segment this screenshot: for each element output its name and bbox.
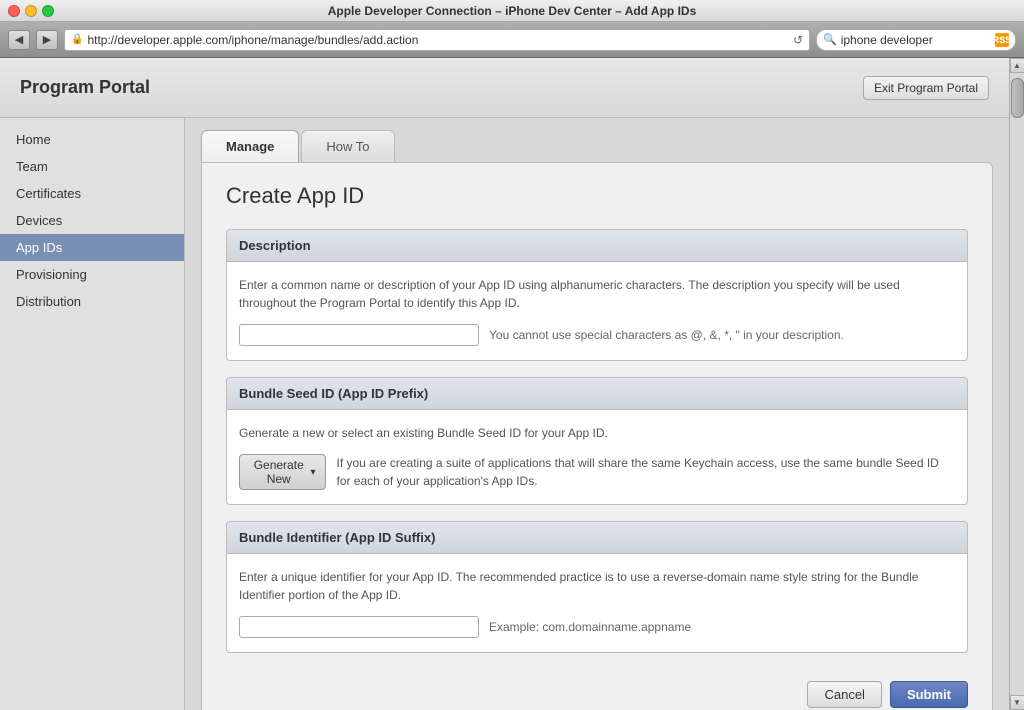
bundle-identifier-header: Bundle Identifier (App ID Suffix) [226, 521, 968, 554]
refresh-button[interactable]: ↺ [793, 33, 803, 47]
bundle-seed-desc: Generate a new or select an existing Bun… [239, 424, 955, 442]
portal-header: Program Portal Exit Program Portal [0, 58, 1009, 118]
window-title: Apple Developer Connection – iPhone Dev … [328, 4, 697, 18]
page-title: Create App ID [226, 183, 968, 209]
description-section-header: Description [226, 229, 968, 262]
bottom-bar: Cancel Submit [226, 669, 968, 710]
bundle-seed-header: Bundle Seed ID (App ID Prefix) [226, 377, 968, 410]
bundle-identifier-body: Enter a unique identifier for your App I… [226, 554, 968, 653]
tab-howto[interactable]: How To [301, 130, 394, 162]
address-text: http://developer.apple.com/iphone/manage… [87, 33, 788, 47]
toolbar: ◀ ▶ 🔒 http://developer.apple.com/iphone/… [0, 22, 1024, 58]
sidebar: Home Team Certificates Devices App IDs P… [0, 118, 185, 710]
forward-button[interactable]: ▶ [36, 30, 58, 50]
search-bar[interactable]: 🔍 iphone developer RSS [816, 29, 1016, 51]
scroll-up-button[interactable]: ▲ [1010, 58, 1024, 73]
sidebar-item-team[interactable]: Team [0, 153, 184, 180]
minimize-button[interactable] [25, 5, 37, 17]
submit-button[interactable]: Submit [890, 681, 968, 708]
sidebar-item-certificates[interactable]: Certificates [0, 180, 184, 207]
sidebar-item-distribution[interactable]: Distribution [0, 288, 184, 315]
bundle-seed-section: Bundle Seed ID (App ID Prefix) Generate … [226, 377, 968, 505]
sidebar-item-home[interactable]: Home [0, 126, 184, 153]
sidebar-item-devices[interactable]: Devices [0, 207, 184, 234]
browser-body: Program Portal Exit Program Portal Home … [0, 58, 1024, 710]
bundle-identifier-input[interactable] [239, 616, 479, 638]
scrollbar[interactable]: ▲ ▼ [1009, 58, 1024, 710]
portal-title: Program Portal [20, 77, 150, 98]
content-box: Create App ID Description Enter a common… [201, 162, 993, 710]
bundle-identifier-section: Bundle Identifier (App ID Suffix) Enter … [226, 521, 968, 653]
back-icon: ◀ [15, 33, 23, 46]
bundle-seed-body: Generate a new or select an existing Bun… [226, 410, 968, 505]
lock-icon: 🔒 [71, 34, 83, 45]
address-bar[interactable]: 🔒 http://developer.apple.com/iphone/mana… [64, 29, 810, 51]
generate-new-button[interactable]: Generate New ▾ [239, 454, 326, 490]
main-panel: Manage How To Create App ID Description … [185, 118, 1009, 710]
forward-icon: ▶ [43, 33, 51, 46]
sidebar-item-appids[interactable]: App IDs [0, 234, 184, 261]
tab-manage[interactable]: Manage [201, 130, 299, 162]
content-area: Home Team Certificates Devices App IDs P… [0, 118, 1009, 710]
dropdown-arrow-icon: ▾ [310, 467, 315, 478]
maximize-button[interactable] [42, 5, 54, 17]
description-input-row: You cannot use special characters as @, … [239, 324, 955, 346]
scrollbar-track[interactable] [1010, 73, 1024, 695]
scrollbar-thumb[interactable] [1011, 78, 1024, 118]
bundle-identifier-desc: Enter a unique identifier for your App I… [239, 568, 955, 604]
exit-portal-button[interactable]: Exit Program Portal [863, 76, 989, 100]
traffic-lights [8, 5, 54, 17]
tabs: Manage How To [201, 130, 993, 162]
description-section-body: Enter a common name or description of yo… [226, 262, 968, 361]
back-button[interactable]: ◀ [8, 30, 30, 50]
scroll-down-button[interactable]: ▼ [1010, 695, 1024, 710]
sidebar-item-provisioning[interactable]: Provisioning [0, 261, 184, 288]
rss-icon: RSS [995, 33, 1009, 47]
search-icon: 🔍 [823, 33, 837, 46]
title-bar: Apple Developer Connection – iPhone Dev … [0, 0, 1024, 22]
bundle-seed-input-row: Generate New ▾ If you are creating a sui… [239, 454, 955, 490]
page-content: Program Portal Exit Program Portal Home … [0, 58, 1009, 710]
description-hint: You cannot use special characters as @, … [489, 328, 844, 342]
close-button[interactable] [8, 5, 20, 17]
description-input[interactable] [239, 324, 479, 346]
description-section: Description Enter a common name or descr… [226, 229, 968, 361]
bundle-seed-hint: If you are creating a suite of applicati… [336, 454, 955, 490]
description-text: Enter a common name or description of yo… [239, 276, 955, 312]
search-text: iphone developer [841, 33, 991, 47]
cancel-button[interactable]: Cancel [807, 681, 881, 708]
bundle-identifier-example: Example: com.domainname.appname [489, 620, 691, 634]
bundle-identifier-input-row: Example: com.domainname.appname [239, 616, 955, 638]
